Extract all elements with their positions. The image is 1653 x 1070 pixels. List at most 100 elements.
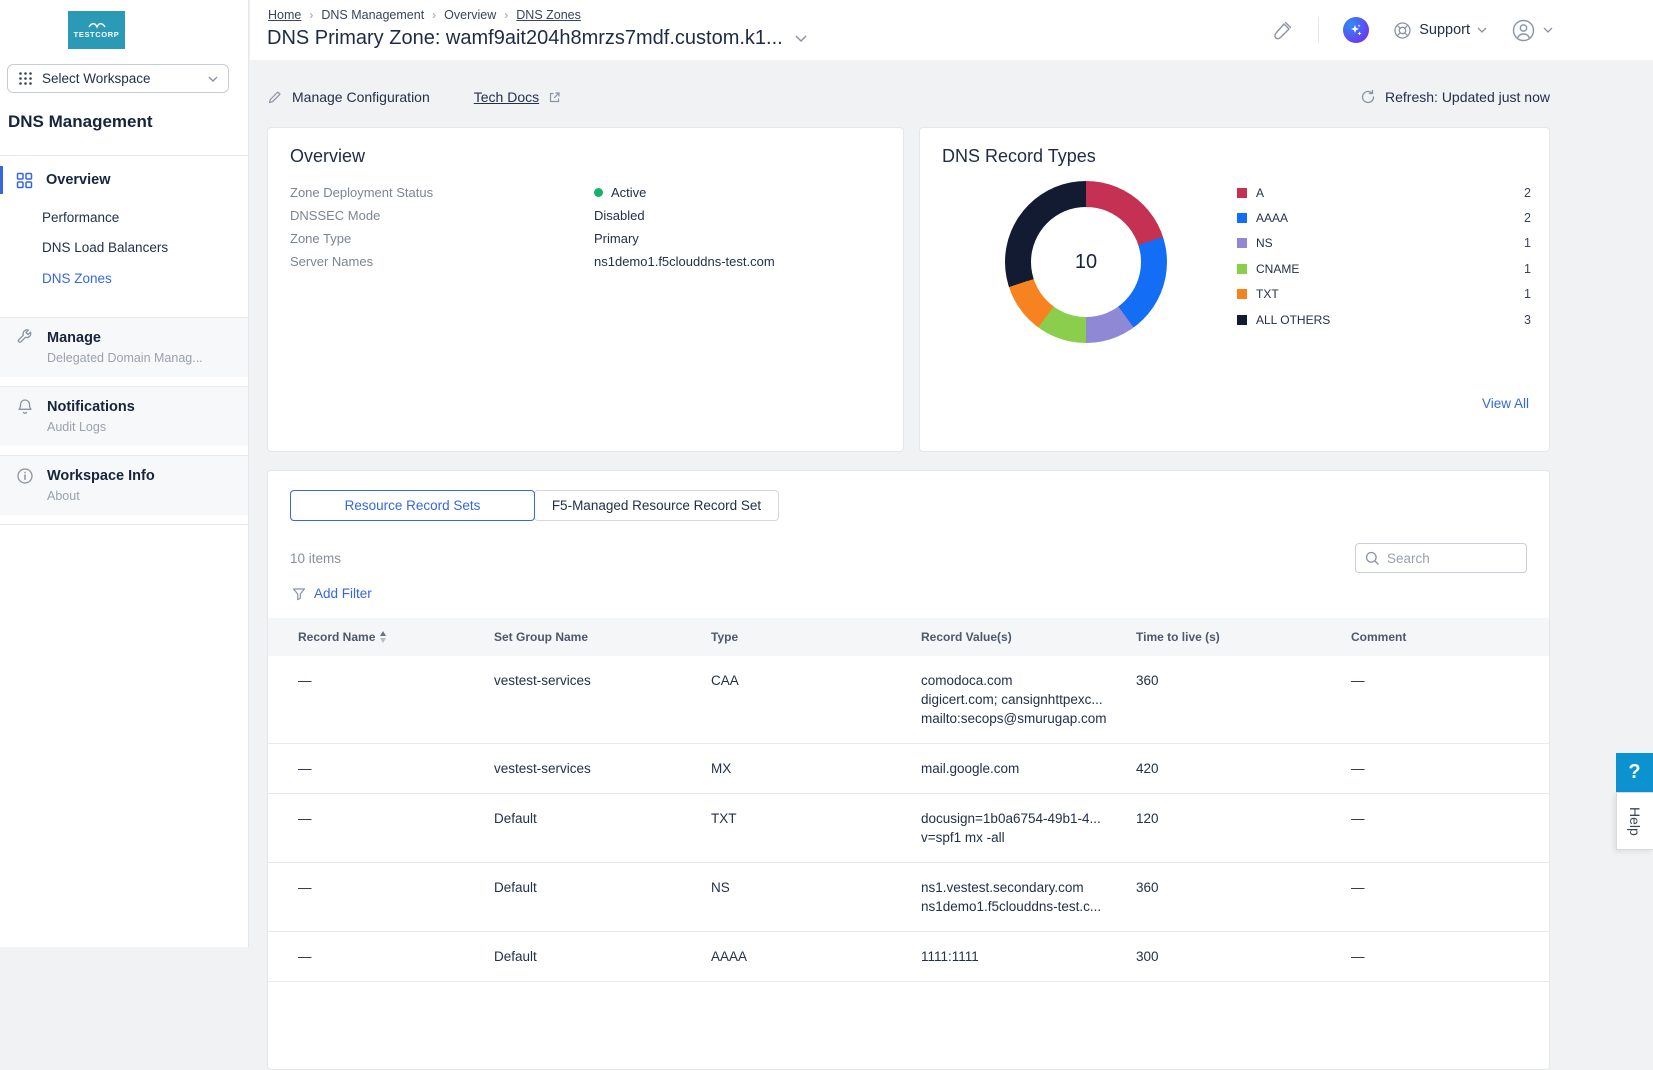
sidebar-item-notifications-sub: Audit Logs (47, 420, 248, 434)
view-all-link[interactable]: View All (1482, 396, 1529, 411)
tab-f5-managed-resource-record-set[interactable]: F5-Managed Resource Record Set (534, 490, 779, 521)
sparkle-icon (1348, 22, 1364, 38)
dns-record-types-title: DNS Record Types (942, 146, 1096, 167)
sidebar-product-title: DNS Management (8, 112, 153, 132)
items-count: 10 items (290, 551, 341, 566)
help-widget: ? Help (1616, 753, 1653, 850)
chevron-down-icon (208, 76, 218, 82)
legend-swatch (1237, 289, 1247, 299)
breadcrumb-dns-zones[interactable]: DNS Zones (516, 8, 581, 22)
dns-record-types-card: DNS Record Types 10 A 2 AAAA 2 NS 1 (919, 127, 1550, 452)
dnssec-mode-value: Disabled (594, 208, 645, 223)
column-comment: Comment (1351, 630, 1406, 644)
sidebar-item-dns-load-balancers[interactable]: DNS Load Balancers (42, 240, 168, 255)
breadcrumb-home[interactable]: Home (268, 8, 301, 22)
legend-item: TXT 1 (1237, 282, 1531, 307)
table-row[interactable]: — Default TXT docusign=1b0a6754-49b1-4..… (268, 794, 1549, 863)
sidebar: TESTCORP Select Workspace DNS Management… (0, 0, 249, 947)
breadcrumb-separator: › (432, 8, 436, 22)
title-chevron-down-icon[interactable] (795, 35, 807, 42)
sidebar-item-workspace-info-label: Workspace Info (47, 468, 155, 484)
chart-legend: A 2 AAAA 2 NS 1 CNAME 1 TXT 1 (1237, 180, 1531, 332)
column-record-values: Record Value(s) (921, 630, 1012, 644)
bird-logo-icon (87, 21, 107, 29)
donut-total: 10 (1075, 251, 1097, 274)
legend-item: AAAA 2 (1237, 205, 1531, 230)
sidebar-item-overview[interactable]: Overview (0, 166, 248, 194)
legend-swatch (1237, 315, 1247, 325)
sidebar-item-manage-label: Manage (47, 330, 101, 346)
sort-icon[interactable] (380, 631, 386, 643)
record-values: docusign=1b0a6754-49b1-4... v=spf1 mx -a… (921, 809, 1136, 847)
table-row[interactable]: — vestest-services CAA comodoca.com digi… (268, 656, 1549, 744)
tab-resource-record-sets[interactable]: Resource Record Sets (290, 490, 535, 521)
record-values: ns1.vestest.secondary.com ns1demo1.f5clo… (921, 878, 1136, 916)
records-table-card: Resource Record Sets F5-Managed Resource… (267, 470, 1550, 1070)
sidebar-item-notifications-label: Notifications (47, 399, 135, 415)
support-menu[interactable]: Support (1393, 21, 1487, 40)
record-values: mail.google.com (921, 759, 1136, 778)
manage-configuration-label: Manage Configuration (292, 89, 430, 105)
pencil-icon (267, 89, 283, 105)
question-mark-icon: ? (1628, 761, 1640, 784)
breadcrumb-dns-management[interactable]: DNS Management (321, 8, 424, 22)
company-logo[interactable]: TESTCORP (68, 11, 125, 49)
column-ttl: Time to live (s) (1136, 630, 1220, 644)
chevron-down-icon (1477, 27, 1487, 33)
page-title: DNS Primary Zone: wamf9ait204h8mrzs7mdf.… (267, 27, 783, 50)
sidebar-item-notifications[interactable]: Notifications Audit Logs (0, 386, 248, 446)
info-icon (16, 467, 34, 485)
legend-swatch (1237, 238, 1247, 248)
add-filter-label: Add Filter (314, 586, 372, 601)
workspace-selector-label: Select Workspace (42, 71, 199, 86)
breadcrumb-separator: › (309, 8, 313, 22)
grid-dots-icon (18, 71, 33, 86)
breadcrumb-overview[interactable]: Overview (444, 8, 496, 22)
zone-deployment-status: Active (594, 185, 646, 200)
top-header: Home › DNS Management › Overview › DNS Z… (250, 0, 1653, 60)
search-icon (1365, 551, 1380, 566)
sidebar-item-workspace-info[interactable]: Workspace Info About (0, 455, 248, 515)
legend-item: A 2 (1237, 180, 1531, 205)
table-row[interactable]: — Default NS ns1.vestest.secondary.com n… (268, 863, 1549, 932)
status-dot-active (594, 188, 603, 197)
support-lifebuoy-icon (1393, 21, 1412, 40)
wrench-icon (16, 329, 34, 347)
workspace-selector[interactable]: Select Workspace (7, 64, 229, 93)
sidebar-item-dns-zones[interactable]: DNS Zones (42, 271, 112, 286)
table-row[interactable]: — Default AAAA 1111:1111 300 — (268, 932, 1549, 982)
search-input[interactable] (1387, 551, 1507, 566)
breadcrumb: Home › DNS Management › Overview › DNS Z… (268, 8, 581, 22)
search-box[interactable] (1355, 543, 1527, 573)
sidebar-item-workspace-info-sub: About (47, 489, 248, 503)
sidebar-item-manage[interactable]: Manage Delegated Domain Manag... (0, 317, 248, 377)
support-label: Support (1419, 22, 1470, 38)
column-record-name: Record Name (298, 630, 494, 644)
external-link-icon (548, 91, 561, 104)
record-values: 1111:1111 (921, 947, 1136, 966)
overview-grid-icon (16, 172, 33, 189)
sidebar-item-performance[interactable]: Performance (42, 210, 119, 225)
refresh-button[interactable]: Refresh: Updated just now (1360, 89, 1550, 105)
field-label: Zone Type (290, 231, 594, 246)
help-tab-button[interactable]: Help (1616, 792, 1653, 850)
overview-card: Overview Zone Deployment Status Active D… (267, 127, 904, 452)
donut-chart: 10 (1005, 181, 1167, 343)
brush-icon[interactable] (1272, 19, 1294, 41)
add-filter-button[interactable]: Add Filter (292, 586, 1549, 601)
legend-swatch (1237, 188, 1247, 198)
table-header-row: Record Name Set Group Name Type Record V… (268, 618, 1549, 656)
account-menu[interactable] (1511, 18, 1553, 43)
field-label: Zone Deployment Status (290, 185, 594, 200)
manage-configuration-button[interactable]: Manage Configuration (267, 89, 430, 105)
sidebar-item-manage-sub: Delegated Domain Manag... (47, 351, 248, 365)
tech-docs-link[interactable]: Tech Docs (474, 89, 561, 105)
legend-item: CNAME 1 (1237, 256, 1531, 281)
table-row[interactable]: — vestest-services MX mail.google.com 42… (268, 744, 1549, 794)
breadcrumb-separator: › (504, 8, 508, 22)
column-set-group-name: Set Group Name (494, 630, 588, 644)
column-type: Type (711, 630, 738, 644)
overview-card-title: Overview (290, 146, 365, 167)
help-question-button[interactable]: ? (1616, 753, 1653, 792)
ai-assistant-button[interactable] (1343, 17, 1369, 43)
